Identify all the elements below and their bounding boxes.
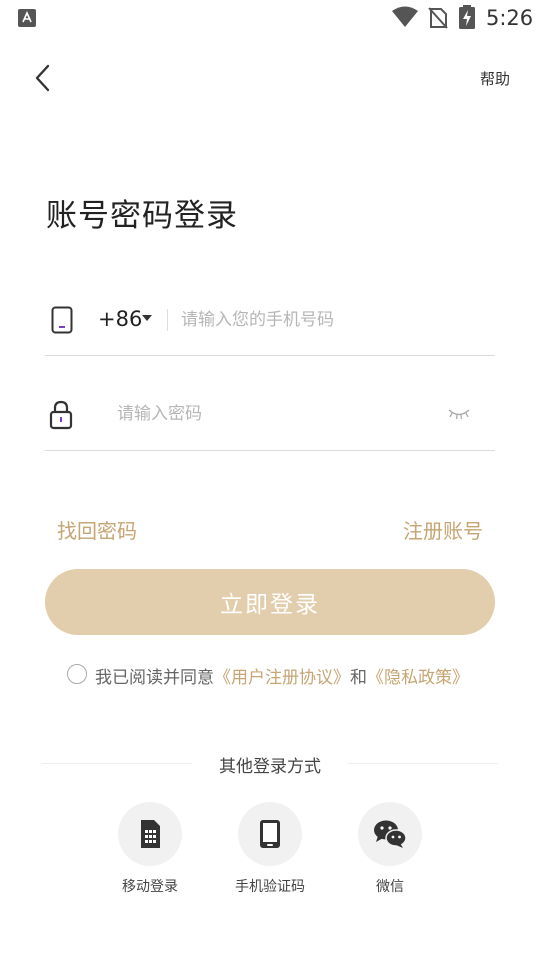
privacy-policy-link[interactable]: 《隐私政策》 [367,668,469,688]
sim-card-icon [141,820,160,848]
phone-row: +86 [45,300,495,356]
agreement-text: 我已阅读并同意《用户注册协议》和《隐私政策》 [95,663,469,688]
phone-number-input[interactable] [181,304,481,336]
mobile-login-button[interactable] [118,802,182,866]
help-link[interactable]: 帮助 [480,68,510,89]
password-input[interactable] [117,398,417,430]
divider-right [348,763,498,764]
wechat-login-label: 微信 [376,879,404,895]
app-notification-icon [18,9,36,27]
agree-checkbox[interactable] [67,664,87,684]
status-time: 5:26 [486,6,534,30]
caret-down-icon[interactable] [142,314,152,322]
back-button[interactable] [30,62,58,94]
mobile-login-label: 移动登录 [122,879,178,895]
phone-icon [51,306,73,334]
user-agreement-link[interactable]: 《用户注册协议》 [214,668,350,688]
agreement-and: 和 [350,668,367,688]
wechat-login-option[interactable]: 微信 [350,802,430,896]
password-row [45,395,495,451]
lock-icon [49,400,73,430]
forgot-password-link[interactable]: 找回密码 [57,515,137,544]
mobile-phone-icon [260,820,280,848]
status-bar: 5:26 [0,0,540,36]
login-button[interactable]: 立即登录 [45,569,495,635]
wechat-login-button[interactable] [358,802,422,866]
mobile-login-option[interactable]: 移动登录 [110,802,190,896]
agreement-prefix: 我已阅读并同意 [95,668,214,688]
wifi-icon [392,6,418,27]
page-title: 账号密码登录 [46,198,238,234]
eye-closed-icon[interactable] [447,407,471,421]
sms-login-button[interactable] [238,802,302,866]
country-code-selector[interactable]: +86 [98,307,142,331]
battery-charging-icon [459,5,475,29]
wechat-icon [374,820,407,848]
register-account-link[interactable]: 注册账号 [403,515,483,544]
field-divider [167,309,168,331]
sms-login-option[interactable]: 手机验证码 [230,802,310,896]
back-arrow-icon [35,64,50,92]
sms-login-label: 手机验证码 [235,879,305,895]
other-login-title: 其他登录方式 [219,757,321,777]
no-sim-icon [428,7,448,29]
